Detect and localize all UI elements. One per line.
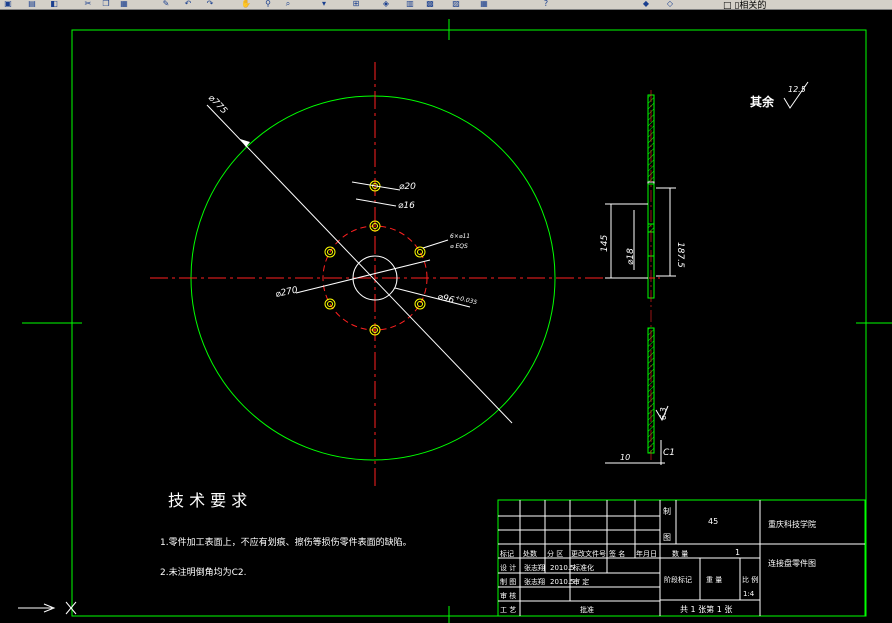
tech-title: 技 术 要 求 bbox=[168, 491, 247, 510]
tb-h-5: 年月日 bbox=[636, 549, 657, 558]
redo-icon[interactable]: ↷ bbox=[204, 0, 216, 8]
tb-tu: 图 bbox=[663, 533, 671, 542]
tech-item-2: 2.未注明倒角均为C2. bbox=[160, 566, 246, 578]
tb-h-2: 分 区 bbox=[547, 549, 563, 558]
help-icon[interactable]: ? bbox=[540, 0, 552, 8]
tb-draw-1: 张志翔 bbox=[524, 577, 545, 586]
ucs-icon bbox=[18, 601, 77, 615]
holes-leader bbox=[422, 239, 449, 249]
side-view bbox=[640, 90, 660, 460]
title-block bbox=[497, 499, 866, 617]
match-icon[interactable]: ✎ bbox=[160, 0, 172, 8]
tb-design-3: 标准化 bbox=[573, 563, 594, 572]
tb-h-4: 签 名 bbox=[609, 549, 625, 558]
roughness-note: 其余 bbox=[750, 94, 775, 109]
tb-weight: 重 量 bbox=[706, 576, 722, 584]
roughness-63: 6.3 bbox=[659, 407, 668, 420]
zoom-prev-icon[interactable]: ▾ bbox=[318, 0, 330, 8]
tb-design-1: 张志翔 bbox=[524, 563, 545, 572]
holes-note-sub: ⌀ EQS bbox=[450, 243, 468, 250]
drawing-canvas[interactable]: ⌀775 ⌀20 ⌀16 6×⌀11 ⌀ EQS ⌀270 ⌀96 +0.035 bbox=[0, 10, 892, 623]
calc-icon[interactable]: ▦ bbox=[478, 0, 490, 8]
tb-h-1: 处数 bbox=[523, 549, 537, 558]
dim-270-text: ⌀270 bbox=[275, 285, 299, 300]
tb-part-name: 连接盘零件图 bbox=[768, 558, 816, 568]
toolbar: ▣ ▤ ◧ ✂ ❐ ▦ ✎ ↶ ↷ ✋ ⚲ ⌕ ▾ ⊞ ◈ ▥ ▩ ▨ ▦ ? … bbox=[0, 0, 892, 10]
dim-16-text: ⌀16 bbox=[398, 201, 415, 211]
dim-18-text: ⌀18 bbox=[626, 248, 636, 265]
dim-775-line bbox=[206, 104, 513, 424]
tb-zhi: 制 bbox=[663, 506, 671, 516]
tb-draw-0: 制 图 bbox=[500, 577, 516, 586]
tb-material: 45 bbox=[708, 517, 718, 526]
dim-10-text: 10 bbox=[620, 453, 630, 462]
tb-stage: 阶段标记 bbox=[664, 575, 692, 584]
undo-icon[interactable]: ↶ bbox=[182, 0, 194, 8]
tb-ratio: 比 例 bbox=[742, 575, 758, 584]
tb-school: 重庆科技学院 bbox=[768, 519, 816, 529]
properties-icon[interactable]: ⊞ bbox=[350, 0, 362, 8]
tool-palette-icon[interactable]: ▥ bbox=[404, 0, 416, 8]
title-block-text: 制 图 45 重庆科技学院 连接盘零件图 标记 处数 分 区 更改文件号 签 名… bbox=[500, 506, 816, 614]
tb-sheet: 共 1 张第 1 张 bbox=[680, 604, 732, 614]
drawing-frame bbox=[71, 29, 867, 617]
tb-scale: 1:4 bbox=[743, 590, 755, 598]
tb-h-3: 更改文件号 bbox=[571, 549, 606, 558]
dim-16-line bbox=[355, 198, 397, 207]
dim-96-text: ⌀96 bbox=[436, 292, 455, 306]
tb-process: 工 艺 bbox=[500, 606, 516, 614]
markup-icon[interactable]: ▨ bbox=[450, 0, 462, 8]
sheet-set-icon[interactable]: ▩ bbox=[424, 0, 436, 8]
dim-20-text: ⌀20 bbox=[399, 182, 416, 192]
tb-design-2: 2010.5 bbox=[550, 564, 575, 572]
copy-icon[interactable]: ❐ bbox=[100, 0, 112, 8]
roughness-125: 12.5 bbox=[788, 85, 806, 94]
dim-1875-text: 187.5 bbox=[675, 242, 685, 268]
layer-state-icon[interactable]: ◇ bbox=[664, 0, 676, 8]
zoom-icon[interactable]: ⚲ bbox=[262, 0, 274, 8]
tb-check: 审 核 bbox=[500, 591, 516, 600]
dim-270-line bbox=[295, 259, 431, 294]
pan-icon[interactable]: ✋ bbox=[240, 0, 252, 8]
dim-145-text: 145 bbox=[600, 235, 610, 252]
preview-icon[interactable]: ◧ bbox=[48, 0, 60, 8]
tb-approve: 批准 bbox=[580, 605, 594, 614]
tb-draw-3: 审 定 bbox=[573, 577, 589, 586]
cut-icon[interactable]: ✂ bbox=[82, 0, 94, 8]
cad-window: ▣ ▤ ◧ ✂ ❐ ▦ ✎ ↶ ↷ ✋ ⚲ ⌕ ▾ ⊞ ◈ ▥ ▩ ▨ ▦ ? … bbox=[0, 0, 892, 623]
c1-text: C1 bbox=[663, 448, 675, 458]
dim-775-text: ⌀775 bbox=[206, 93, 229, 116]
save-icon[interactable]: ▣ bbox=[2, 0, 14, 8]
tb-design-0: 设 计 bbox=[500, 563, 516, 572]
tb-draw-2: 2010.5 bbox=[550, 578, 575, 586]
tb-qty-label: 数 量 bbox=[672, 549, 688, 558]
zoom-window-icon[interactable]: ⌕ bbox=[282, 0, 294, 8]
layer-icon[interactable]: ◆ bbox=[640, 0, 652, 8]
tb-h-0: 标记 bbox=[500, 549, 514, 558]
print-icon[interactable]: ▤ bbox=[26, 0, 38, 8]
layer-dropdown[interactable]: □ ▯相关的 bbox=[723, 0, 766, 9]
holes-note: 6×⌀11 bbox=[450, 233, 470, 240]
tech-item-1: 1.零件加工表面上，不应有划痕、擦伤等损伤零件表面的缺陷。 bbox=[160, 536, 412, 548]
paste-icon[interactable]: ▦ bbox=[118, 0, 130, 8]
dim-96-tol: +0.035 bbox=[455, 294, 478, 306]
tb-qty-value: 1 bbox=[735, 548, 740, 557]
design-center-icon[interactable]: ◈ bbox=[380, 0, 392, 8]
